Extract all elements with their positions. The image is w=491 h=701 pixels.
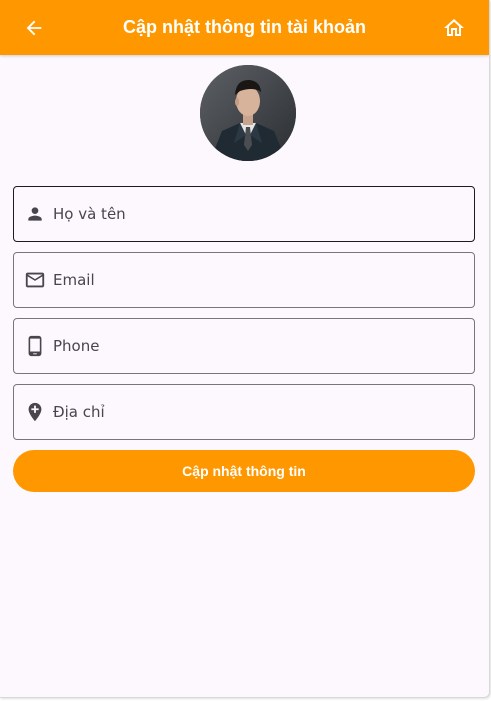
location-add-icon bbox=[23, 400, 47, 424]
address-input[interactable] bbox=[53, 385, 463, 439]
phone-input[interactable] bbox=[53, 319, 463, 373]
email-field[interactable] bbox=[13, 252, 475, 308]
page-title: Cập nhật thông tin tài khoản bbox=[123, 17, 366, 37]
app-window: Cập nhật thông tin tài khoản Họ và tên E… bbox=[0, 0, 490, 698]
person-icon bbox=[23, 202, 47, 226]
fullname-input[interactable] bbox=[53, 187, 463, 241]
address-field[interactable] bbox=[13, 384, 475, 440]
update-info-button[interactable]: Cập nhật thông tin bbox=[13, 450, 475, 492]
phone-icon bbox=[23, 334, 47, 358]
home-icon bbox=[444, 19, 464, 36]
avatar-image bbox=[200, 65, 296, 161]
app-bar: Cập nhật thông tin tài khoản bbox=[0, 0, 489, 55]
back-button[interactable] bbox=[20, 14, 48, 42]
home-button[interactable] bbox=[440, 14, 468, 42]
arrow-back-icon bbox=[26, 20, 42, 36]
avatar[interactable] bbox=[200, 65, 296, 161]
email-input[interactable] bbox=[53, 253, 463, 307]
fullname-field[interactable] bbox=[13, 186, 475, 242]
phone-field[interactable] bbox=[13, 318, 475, 374]
mail-icon bbox=[23, 268, 47, 292]
